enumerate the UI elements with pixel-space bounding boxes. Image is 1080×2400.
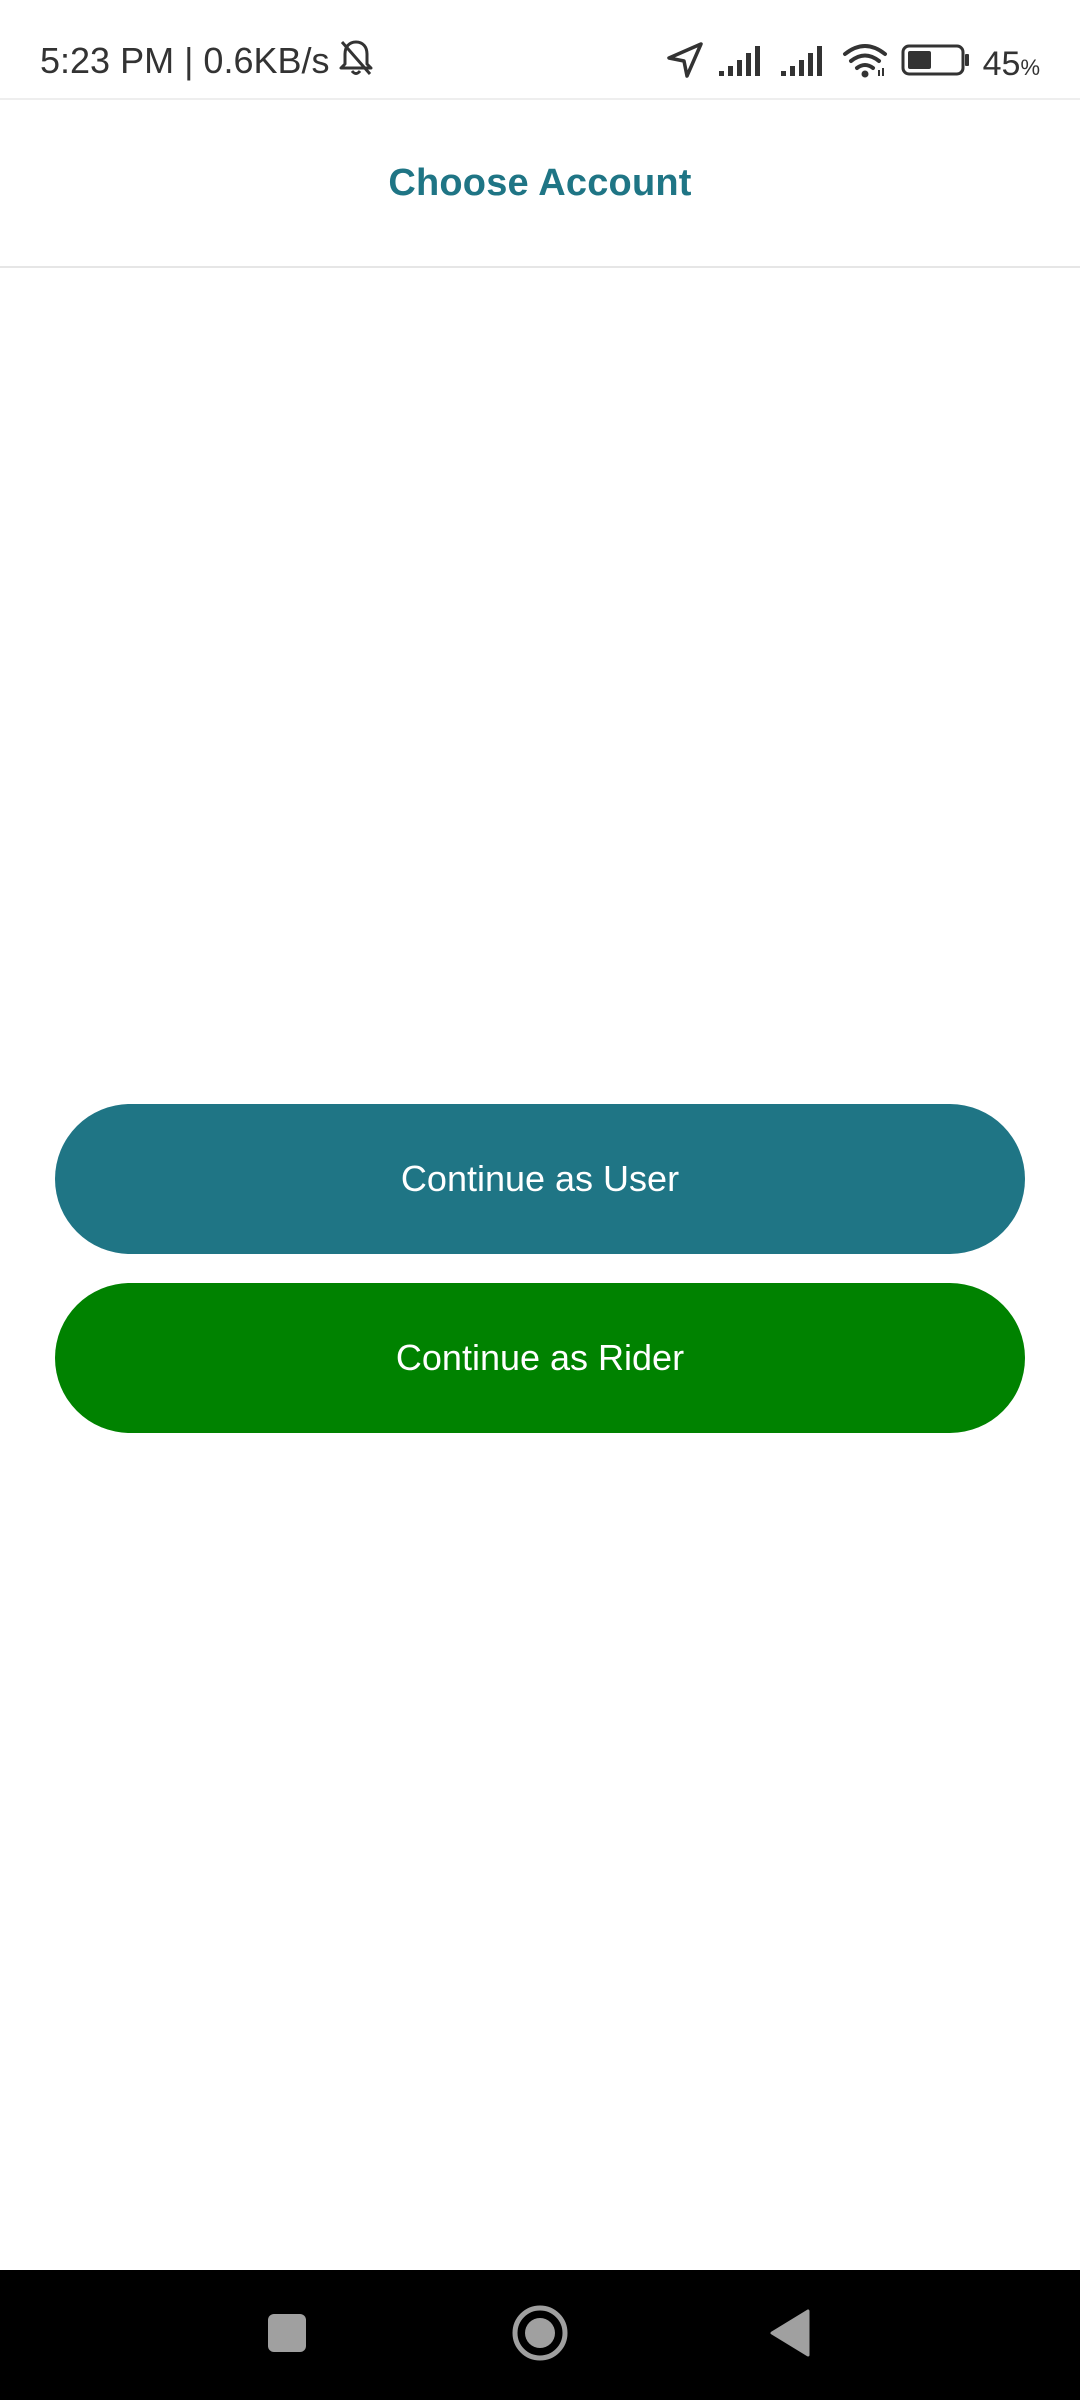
signal-icon — [779, 43, 829, 86]
recent-apps-button[interactable] — [252, 2300, 322, 2370]
status-bar: 5:23 PM | 0.6KB/s 45% — [0, 0, 1080, 100]
back-button[interactable] — [755, 2300, 825, 2370]
app-header: Choose Account — [0, 100, 1080, 268]
continue-as-user-button[interactable]: Continue as User — [55, 1104, 1025, 1254]
continue-as-rider-button[interactable]: Continue as Rider — [55, 1283, 1025, 1433]
system-nav-bar — [0, 2270, 1080, 2400]
home-button[interactable] — [505, 2300, 575, 2370]
home-icon — [510, 2303, 570, 2368]
status-right: 45% — [665, 40, 1040, 89]
bell-off-icon — [338, 38, 374, 84]
page-title: Choose Account — [388, 161, 692, 204]
recent-apps-icon — [265, 2311, 309, 2360]
battery-percent: 45% — [983, 45, 1040, 84]
back-icon — [768, 2308, 812, 2363]
battery-percent-value: 45 — [982, 45, 1021, 83]
signal-icon — [717, 43, 767, 86]
continue-as-user-label: Continue as User — [400, 1158, 680, 1199]
battery-percent-unit: % — [1020, 55, 1040, 80]
status-time-speed: 5:23 PM | 0.6KB/s — [40, 40, 330, 81]
continue-as-rider-label: Continue as Rider — [395, 1337, 685, 1378]
location-arrow-icon — [665, 40, 705, 89]
battery-icon — [901, 43, 971, 86]
status-left: 5:23 PM | 0.6KB/s — [40, 38, 374, 84]
wifi-icon — [841, 42, 889, 87]
